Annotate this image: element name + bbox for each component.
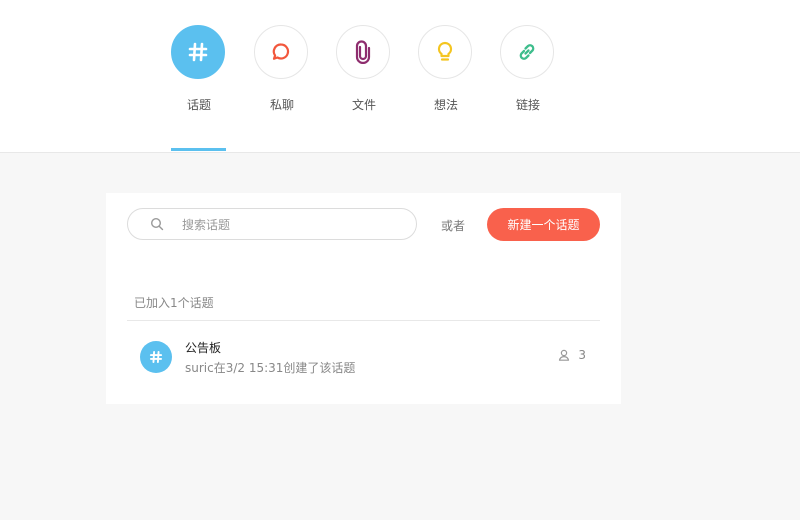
topic-row[interactable]: 公告板 suric在3/2 15:31创建了该话题 3 — [127, 321, 600, 381]
topic-avatar — [140, 341, 172, 373]
chat-bubble-icon — [272, 43, 290, 60]
topic-type-nav: 话题 私聊 文件 想法 链接 — [0, 0, 800, 153]
member-count-value: 3 — [578, 348, 586, 362]
tab-files[interactable]: 文件 — [336, 25, 392, 113]
member-count: 3 — [558, 348, 586, 362]
tab-private-chat-circle[interactable] — [254, 25, 308, 79]
hashtag-icon — [149, 350, 163, 364]
search-input[interactable] — [180, 215, 404, 235]
tab-links[interactable]: 链接 — [500, 25, 556, 113]
search-icon — [150, 217, 164, 231]
new-topic-button[interactable]: 新建一个话题 — [487, 208, 600, 241]
link-icon — [519, 44, 535, 60]
tab-ideas-circle[interactable] — [418, 25, 472, 79]
lightbulb-icon — [437, 41, 453, 61]
topic-name[interactable]: 公告板 — [185, 339, 221, 356]
tab-ideas[interactable]: 想法 — [418, 25, 474, 113]
topic-meta: suric在3/2 15:31创建了该话题 — [185, 361, 356, 375]
topics-panel: 或者 新建一个话题 已加入1个话题 公告板 suric在3/2 15:31创建了… — [106, 193, 621, 404]
paperclip-icon — [355, 40, 371, 64]
tab-topics-circle[interactable] — [171, 25, 225, 79]
tab-topics[interactable]: 话题 — [171, 25, 227, 113]
tab-private-chat[interactable]: 私聊 — [254, 25, 310, 113]
tab-topics-label: 话题 — [186, 98, 211, 112]
tab-files-label: 文件 — [351, 98, 376, 112]
or-label: 或者 — [441, 219, 466, 233]
tab-files-circle[interactable] — [336, 25, 390, 79]
hashtag-icon — [188, 42, 208, 62]
tab-links-circle[interactable] — [500, 25, 554, 79]
tab-links-label: 链接 — [515, 98, 540, 112]
tab-private-chat-label: 私聊 — [269, 98, 294, 112]
active-tab-indicator — [171, 148, 226, 151]
tab-ideas-label: 想法 — [433, 98, 458, 112]
search-box[interactable] — [127, 208, 417, 240]
joined-topics-heading: 已加入1个话题 — [134, 296, 214, 310]
user-icon — [559, 349, 570, 361]
